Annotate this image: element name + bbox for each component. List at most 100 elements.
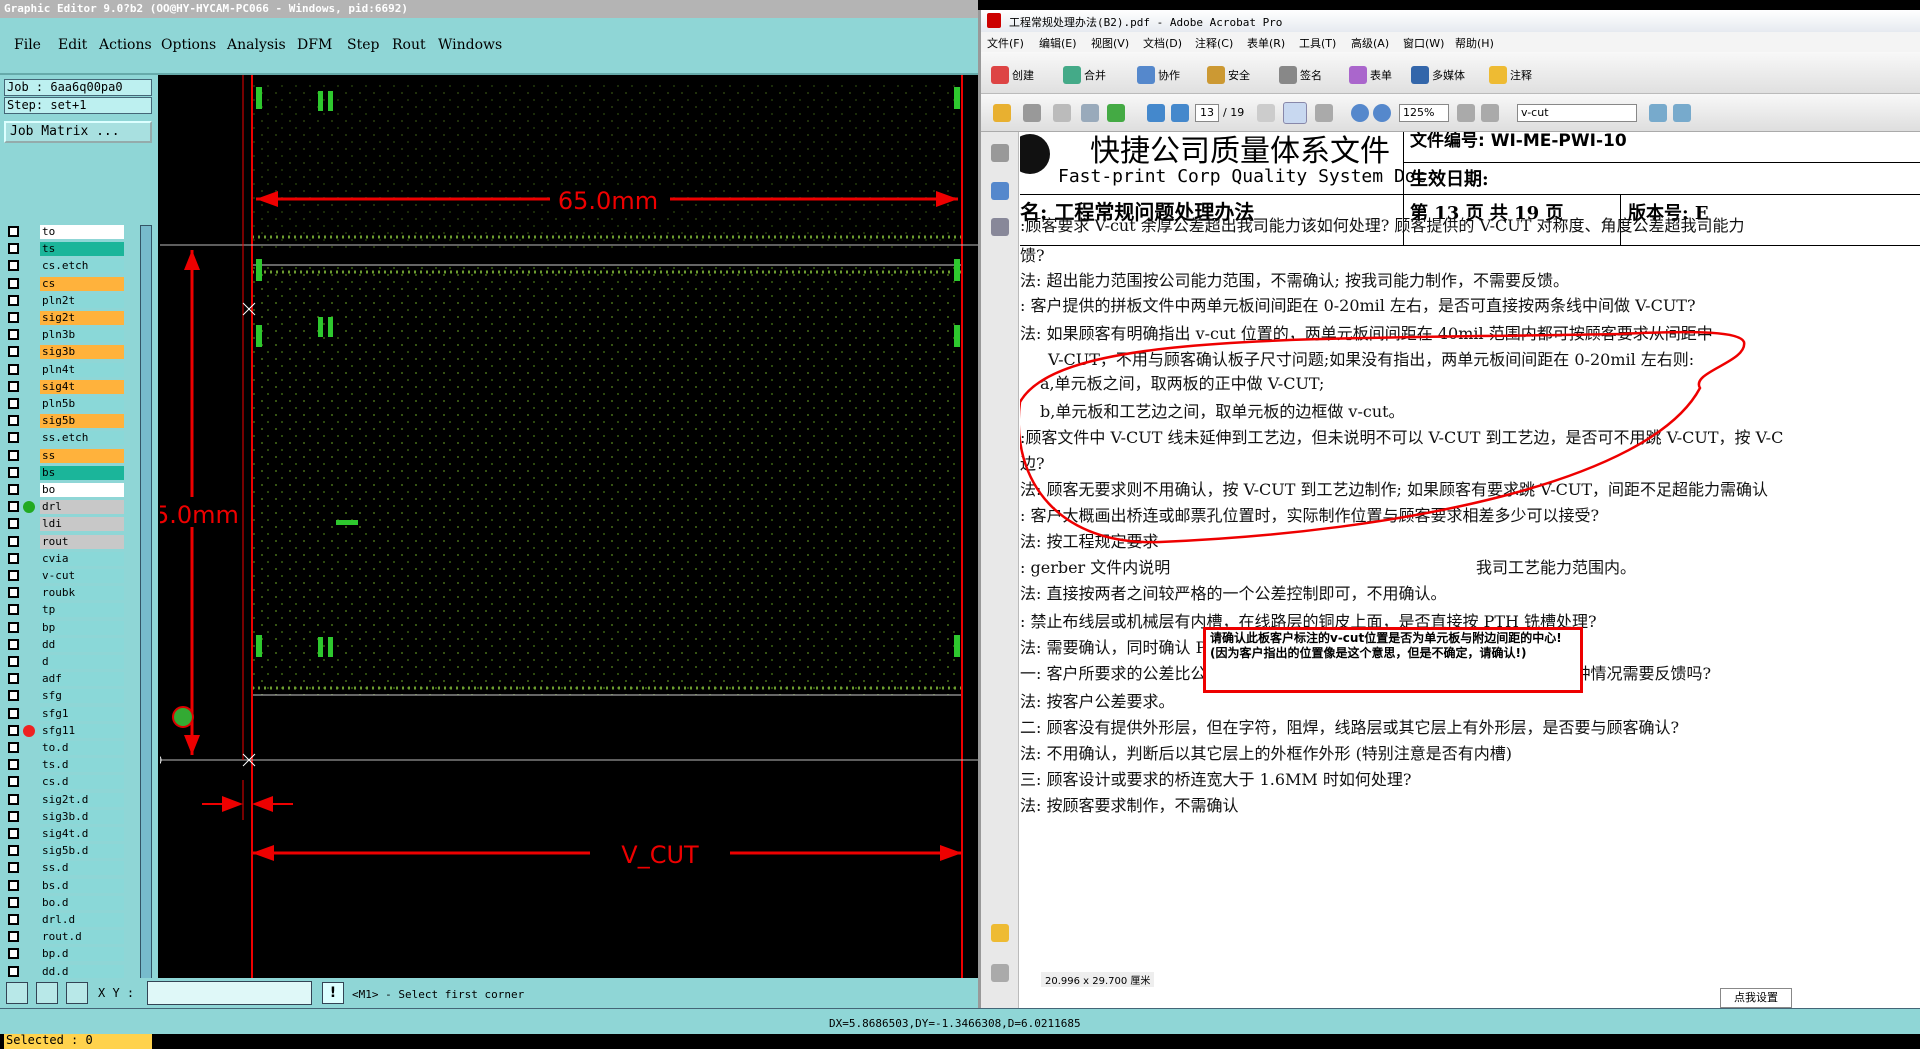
layer-row[interactable]: rout [6,534,124,549]
layer-checkbox[interactable] [8,380,19,392]
layer-checkbox[interactable] [8,226,19,237]
web-icon[interactable] [1107,104,1125,122]
layer-row[interactable]: sfg1 [6,706,124,721]
layer-row[interactable]: sig5b [6,414,124,429]
menu-edit[interactable]: Edit [58,37,87,53]
ar-menu-comments[interactable]: 注释(C) [1195,35,1233,51]
layer-row[interactable]: sig5b.d [6,844,124,859]
layer-checkbox[interactable] [8,776,19,788]
search-next-icon[interactable] [1673,104,1691,122]
hand-tool-icon[interactable] [1283,102,1307,124]
comments-pane-icon[interactable] [991,924,1009,942]
layer-row[interactable]: bs [6,465,124,480]
layer-checkbox[interactable] [8,879,19,891]
layer-checkbox[interactable] [8,277,19,289]
menu-actions[interactable]: Actions [99,37,152,53]
menu-dfm[interactable]: DFM [297,37,332,53]
layer-checkbox[interactable] [8,518,19,530]
ar-menu-view[interactable]: 视图(V) [1091,35,1129,51]
layer-checkbox[interactable] [8,690,19,702]
layer-row[interactable]: sig4t.d [6,827,124,841]
fit-width-icon[interactable] [1481,104,1499,122]
layer-checkbox[interactable] [8,294,19,306]
alert-button[interactable]: ! [322,982,344,1004]
layer-checkbox[interactable] [8,466,19,478]
layer-row[interactable]: ldi [6,517,124,532]
fit-page-icon[interactable] [1457,104,1475,122]
layer-row[interactable]: d [6,655,124,669]
search-prev-icon[interactable] [1649,104,1667,122]
ar-menu-window[interactable]: 窗口(W) [1403,35,1444,51]
layer-row[interactable]: pln4t [6,362,124,377]
layer-row[interactable]: ts [6,242,124,257]
layer-checkbox[interactable] [8,449,19,461]
menu-options[interactable]: Options [161,37,216,53]
menu-step[interactable]: Step [347,37,379,53]
email-icon[interactable] [1081,104,1099,122]
red-ellipse-annotation[interactable] [1020,302,1760,552]
layer-row[interactable]: cs [6,276,124,291]
layer-row[interactable]: sfg11 [6,723,124,738]
layer-checkbox[interactable] [8,742,19,753]
security-button[interactable]: 安全 [1207,66,1250,84]
layer-checkbox[interactable] [8,793,19,805]
layer-checkbox[interactable] [8,501,19,513]
layer-checkbox[interactable] [8,965,19,977]
layer-checkbox[interactable] [8,948,19,960]
layer-row[interactable]: drl [6,500,124,515]
layer-row[interactable]: roubk [6,586,124,601]
zoom-icon[interactable] [6,982,28,1004]
page-number-input[interactable]: 13 [1195,104,1219,122]
layer-row[interactable]: sig2t [6,311,124,325]
layer-row[interactable]: sig3b [6,345,124,360]
layer-row[interactable]: bo.d [6,895,124,910]
layer-checkbox[interactable] [8,862,19,874]
layer-checkbox[interactable] [8,484,19,495]
layer-checkbox[interactable] [8,896,19,908]
layer-checkbox[interactable] [8,535,19,547]
layer-row[interactable]: dd [6,637,124,652]
next-page-icon[interactable] [1171,104,1189,122]
layer-row[interactable]: ss.etch [6,431,124,446]
signatures-icon[interactable] [991,218,1009,236]
layer-row[interactable]: bs.d [6,878,124,893]
zoom-out-icon[interactable] [1351,104,1369,122]
graphic-canvas[interactable]: 65.0mm 5.0mm V_CUT [160,75,978,980]
layer-row[interactable]: v-cut [6,569,124,583]
ar-menu-file[interactable]: 文件(F) [987,35,1024,51]
menu-windows[interactable]: Windows [438,37,502,53]
menu-file[interactable]: File [14,37,41,53]
multimedia-button[interactable]: 多媒体 [1411,66,1465,84]
grid-icon[interactable] [66,982,88,1004]
zoom-tool-icon[interactable] [1315,104,1333,122]
attachments-icon[interactable] [991,964,1009,982]
job-matrix-button[interactable]: Job Matrix ... [4,121,152,143]
layer-row[interactable]: sig3b.d [6,809,124,824]
layer-row[interactable]: pln3b [6,328,124,343]
layer-checkbox[interactable] [8,621,19,633]
ar-menu-help[interactable]: 帮助(H) [1455,35,1494,51]
menu-rout[interactable]: Rout [392,37,426,53]
layer-checkbox[interactable] [8,432,19,444]
ar-menu-document[interactable]: 文档(D) [1143,35,1182,51]
print-icon[interactable] [1023,104,1041,122]
layer-row[interactable]: to.d [6,741,124,755]
layer-row[interactable]: pln2t [6,293,124,308]
layer-checkbox[interactable] [8,363,19,375]
layer-row[interactable]: bp.d [6,947,124,962]
bookmarks-icon[interactable] [991,182,1009,200]
layer-checkbox[interactable] [8,656,19,667]
ar-menu-forms[interactable]: 表单(R) [1247,35,1285,51]
layer-row[interactable]: adf [6,672,124,687]
measure-icon[interactable] [36,982,58,1004]
layer-row[interactable]: sig2t.d [6,792,124,807]
layer-checkbox[interactable] [8,415,19,427]
create-button[interactable]: 创建 [991,66,1034,84]
settings-tooltip[interactable]: 点我设置 [1720,988,1792,1008]
layer-checkbox[interactable] [8,346,19,358]
open-folder-icon[interactable] [993,104,1011,122]
layer-checkbox[interactable] [8,260,19,272]
collaborate-button[interactable]: 协作 [1137,66,1180,84]
layer-row[interactable]: drl.d [6,913,124,927]
layer-scrollbar[interactable] [140,225,152,1020]
